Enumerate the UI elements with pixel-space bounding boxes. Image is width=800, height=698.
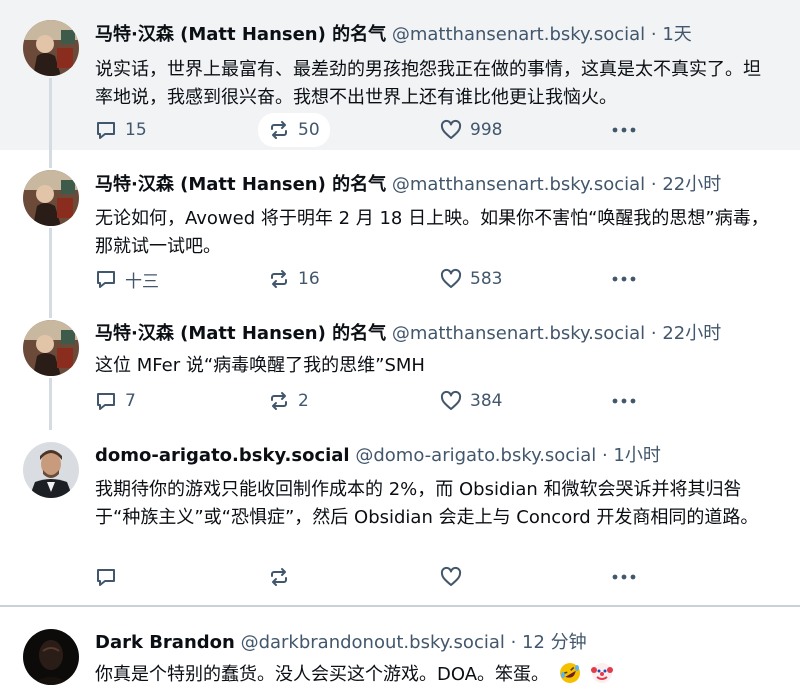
like-count: 583 [470,269,503,289]
more-options-button[interactable] [612,122,636,142]
thread-line [49,150,52,168]
post-header: 马特·汉森 (Matt Hansen) 的名气 @matthansenart.b… [95,173,721,197]
like-button[interactable]: 384 [440,388,502,414]
repost-button[interactable]: 2 [268,388,309,414]
avatar-dark-brandon[interactable] [23,629,79,685]
post-time[interactable]: · 1小时 [602,445,661,466]
avatar-domo-arigato[interactable] [23,442,79,498]
author-handle[interactable]: @matthansenart.bsky.social [392,174,645,195]
like-button[interactable]: 998 [440,117,502,143]
post-text: 无论如何，Avowed 将于明年 2 月 18 日上映。如果你不害怕“唤醒我的思… [95,208,769,257]
post-header: domo-arigato.bsky.social @domo-arigato.b… [95,444,661,468]
author-handle[interactable]: @domo-arigato.bsky.social [355,445,596,466]
author-name[interactable]: 马特·汉森 (Matt Hansen) 的名气 [95,24,386,45]
like-count: 998 [470,120,503,140]
post-3[interactable]: 马特·汉森 (Matt Hansen) 的名气 @matthansenart.b… [0,300,800,430]
heart-icon [440,119,462,139]
post-2[interactable]: 马特·汉森 (Matt Hansen) 的名气 @matthansenart.b… [0,150,800,300]
post-time[interactable]: · 1天 [651,24,692,45]
clown-face-emoji [590,662,613,684]
reply-button[interactable]: 7 [95,388,136,414]
reply-icon [97,569,115,586]
avatar-matt-hansen[interactable] [23,170,79,226]
reply-icon [97,271,115,288]
author-handle[interactable]: @matthansenart.bsky.social [392,323,645,344]
reply-icon [97,393,115,410]
ellipsis-icon [612,127,636,133]
ellipsis-icon [612,398,636,404]
thread-line [49,228,52,300]
author-name[interactable]: Dark Brandon [95,632,235,653]
post-time[interactable]: · 22小时 [651,174,721,195]
repost-count: 50 [298,120,320,140]
post-header: 马特·汉森 (Matt Hansen) 的名气 @matthansenart.b… [95,23,692,47]
reply-count: 十三 [125,271,159,292]
repost-button[interactable] [268,564,298,590]
more-options-button[interactable] [612,271,636,291]
like-button[interactable]: 583 [440,266,502,292]
author-handle[interactable]: @darkbrandonout.bsky.social [241,632,505,653]
author-name[interactable]: 马特·汉森 (Matt Hansen) 的名气 [95,323,386,344]
post-text: 你真是个特别的蠢货。没人会买这个游戏。DOA。笨蛋。 [95,661,775,689]
more-options-button[interactable] [612,569,636,589]
author-name[interactable]: 马特·汉森 (Matt Hansen) 的名气 [95,174,386,195]
post-4[interactable]: domo-arigato.bsky.social @domo-arigato.b… [0,430,800,605]
thread-line [49,78,52,150]
repost-icon [271,121,287,139]
post-1[interactable]: 马特·汉森 (Matt Hansen) 的名气 @matthansenart.b… [0,0,800,150]
rolling-on-floor-laughing-emoji [559,662,581,684]
repost-count: 16 [298,269,320,289]
repost-icon [271,270,287,288]
heart-icon [440,390,462,410]
repost-button[interactable]: 50 [258,113,330,147]
post-header: Dark Brandon @darkbrandonout.bsky.social… [95,631,587,655]
reply-icon [97,122,115,139]
thread-line [49,300,52,318]
reply-count: 7 [125,391,136,411]
reply-button[interactable]: 十三 [95,266,159,292]
reply-button[interactable]: 15 [95,117,147,143]
author-name[interactable]: domo-arigato.bsky.social [95,445,350,466]
post-text: 这位 MFer 说“病毒唤醒了我的思维”SMH [95,355,425,376]
avatar-matt-hansen[interactable] [23,20,79,76]
heart-icon [440,268,462,288]
post-text: 说实话，世界上最富有、最差劲的男孩抱怨我正在做的事情，这真是太不真实了。坦率地说… [95,59,761,108]
repost-icon [271,392,287,410]
like-count: 384 [470,391,503,411]
avatar-matt-hansen[interactable] [23,320,79,376]
ellipsis-icon [612,574,636,580]
author-handle[interactable]: @matthansenart.bsky.social [392,24,645,45]
heart-icon [440,566,462,586]
post-header: 马特·汉森 (Matt Hansen) 的名气 @matthansenart.b… [95,322,721,346]
post-time[interactable]: · 12 分钟 [511,632,587,653]
more-options-button[interactable] [612,393,636,413]
post-time[interactable]: · 22小时 [651,323,721,344]
reply-count: 15 [125,120,147,140]
repost-icon [271,568,287,586]
post-5[interactable]: Dark Brandon @darkbrandonout.bsky.social… [0,607,800,698]
post-text-content: 你真是个特别的蠢货。没人会买这个游戏。DOA。笨蛋。 [95,664,550,685]
thread-line [49,378,52,430]
repost-count: 2 [298,391,309,411]
like-button[interactable] [440,564,470,590]
repost-button[interactable]: 16 [268,266,320,292]
ellipsis-icon [612,276,636,282]
reply-button[interactable] [95,564,125,590]
post-text: 我期待你的游戏只能收回制作成本的 2%，而 Obsidian 和微软会哭诉并将其… [95,479,759,528]
